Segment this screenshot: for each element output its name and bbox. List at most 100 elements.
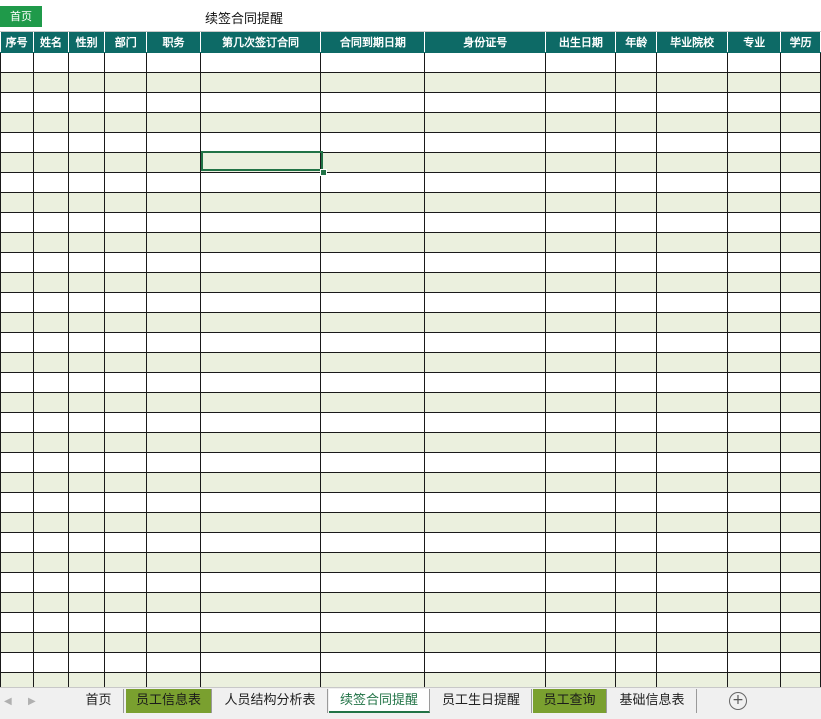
table-cell[interactable] <box>655 452 729 473</box>
table-cell[interactable] <box>0 652 34 673</box>
table-cell[interactable] <box>615 332 657 353</box>
table-cell[interactable] <box>146 552 201 573</box>
table-cell[interactable] <box>32 272 70 293</box>
table-cell[interactable] <box>727 452 782 473</box>
table-cell[interactable] <box>615 112 657 133</box>
table-cell[interactable] <box>0 472 34 493</box>
table-cell[interactable] <box>103 72 148 93</box>
table-cell[interactable] <box>545 672 617 687</box>
table-cell[interactable] <box>0 432 34 453</box>
table-cell[interactable] <box>32 372 70 393</box>
table-cell[interactable] <box>199 272 322 293</box>
table-cell[interactable] <box>727 472 782 493</box>
table-cell[interactable] <box>780 252 821 273</box>
table-cell[interactable] <box>146 312 201 333</box>
table-cell[interactable] <box>199 412 322 433</box>
table-cell[interactable] <box>655 432 729 453</box>
table-cell[interactable] <box>615 592 657 613</box>
table-cell[interactable] <box>780 132 821 153</box>
table-cell[interactable] <box>545 52 617 73</box>
table-cell[interactable] <box>103 192 148 213</box>
table-cell[interactable] <box>615 52 657 73</box>
table-cell[interactable] <box>655 552 729 573</box>
table-cell[interactable] <box>655 172 729 193</box>
table-cell[interactable] <box>32 172 70 193</box>
table-cell[interactable] <box>320 312 426 333</box>
table-cell[interactable] <box>780 212 821 233</box>
table-cell[interactable] <box>68 352 105 373</box>
table-cell[interactable] <box>615 452 657 473</box>
table-cell[interactable] <box>655 672 729 687</box>
table-cell[interactable] <box>0 72 34 93</box>
table-cell[interactable] <box>424 272 547 293</box>
table-cell[interactable] <box>68 592 105 613</box>
table-cell[interactable] <box>727 672 782 687</box>
table-cell[interactable] <box>727 252 782 273</box>
table-cell[interactable] <box>199 232 322 253</box>
table-cell[interactable] <box>780 512 821 533</box>
table-cell[interactable] <box>615 92 657 113</box>
table-cell[interactable] <box>146 52 201 73</box>
table-cell[interactable] <box>655 232 729 253</box>
table-cell[interactable] <box>0 52 34 73</box>
table-cell[interactable] <box>780 232 821 253</box>
table-cell[interactable] <box>615 272 657 293</box>
column-header[interactable]: 职务 <box>146 32 201 53</box>
table-cell[interactable] <box>424 132 547 153</box>
table-cell[interactable] <box>32 612 70 633</box>
table-cell[interactable] <box>545 652 617 673</box>
table-cell[interactable] <box>780 112 821 133</box>
table-cell[interactable] <box>727 512 782 533</box>
table-cell[interactable] <box>615 292 657 313</box>
table-cell[interactable] <box>199 432 322 453</box>
table-cell[interactable] <box>199 152 322 173</box>
table-cell[interactable] <box>545 412 617 433</box>
table-cell[interactable] <box>780 372 821 393</box>
table-cell[interactable] <box>545 292 617 313</box>
table-cell[interactable] <box>727 572 782 593</box>
table-cell[interactable] <box>545 532 617 553</box>
table-cell[interactable] <box>199 672 322 687</box>
table-cell[interactable] <box>146 492 201 513</box>
table-cell[interactable] <box>727 592 782 613</box>
table-cell[interactable] <box>146 392 201 413</box>
table-cell[interactable] <box>727 132 782 153</box>
table-cell[interactable] <box>32 312 70 333</box>
table-cell[interactable] <box>32 72 70 93</box>
table-cell[interactable] <box>68 652 105 673</box>
table-cell[interactable] <box>0 312 34 333</box>
table-cell[interactable] <box>320 372 426 393</box>
table-cell[interactable] <box>0 592 34 613</box>
table-cell[interactable] <box>320 592 426 613</box>
table-cell[interactable] <box>0 612 34 633</box>
table-cell[interactable] <box>424 592 547 613</box>
table-cell[interactable] <box>199 292 322 313</box>
table-cell[interactable] <box>68 192 105 213</box>
table-cell[interactable] <box>615 372 657 393</box>
table-cell[interactable] <box>615 312 657 333</box>
table-cell[interactable] <box>0 392 34 413</box>
table-cell[interactable] <box>68 552 105 573</box>
table-cell[interactable] <box>655 92 729 113</box>
table-cell[interactable] <box>655 532 729 553</box>
table-cell[interactable] <box>545 212 617 233</box>
table-cell[interactable] <box>103 432 148 453</box>
table-cell[interactable] <box>0 112 34 133</box>
table-cell[interactable] <box>780 432 821 453</box>
table-cell[interactable] <box>103 312 148 333</box>
table-cell[interactable] <box>320 552 426 573</box>
table-cell[interactable] <box>615 172 657 193</box>
table-cell[interactable] <box>320 612 426 633</box>
column-header[interactable]: 姓名 <box>33 32 70 53</box>
table-cell[interactable] <box>103 172 148 193</box>
table-cell[interactable] <box>727 212 782 233</box>
table-cell[interactable] <box>320 92 426 113</box>
table-cell[interactable] <box>68 132 105 153</box>
table-cell[interactable] <box>103 592 148 613</box>
table-cell[interactable] <box>199 492 322 513</box>
table-cell[interactable] <box>424 652 547 673</box>
table-cell[interactable] <box>320 672 426 687</box>
table-cell[interactable] <box>199 312 322 333</box>
table-cell[interactable] <box>0 172 34 193</box>
table-cell[interactable] <box>424 632 547 653</box>
